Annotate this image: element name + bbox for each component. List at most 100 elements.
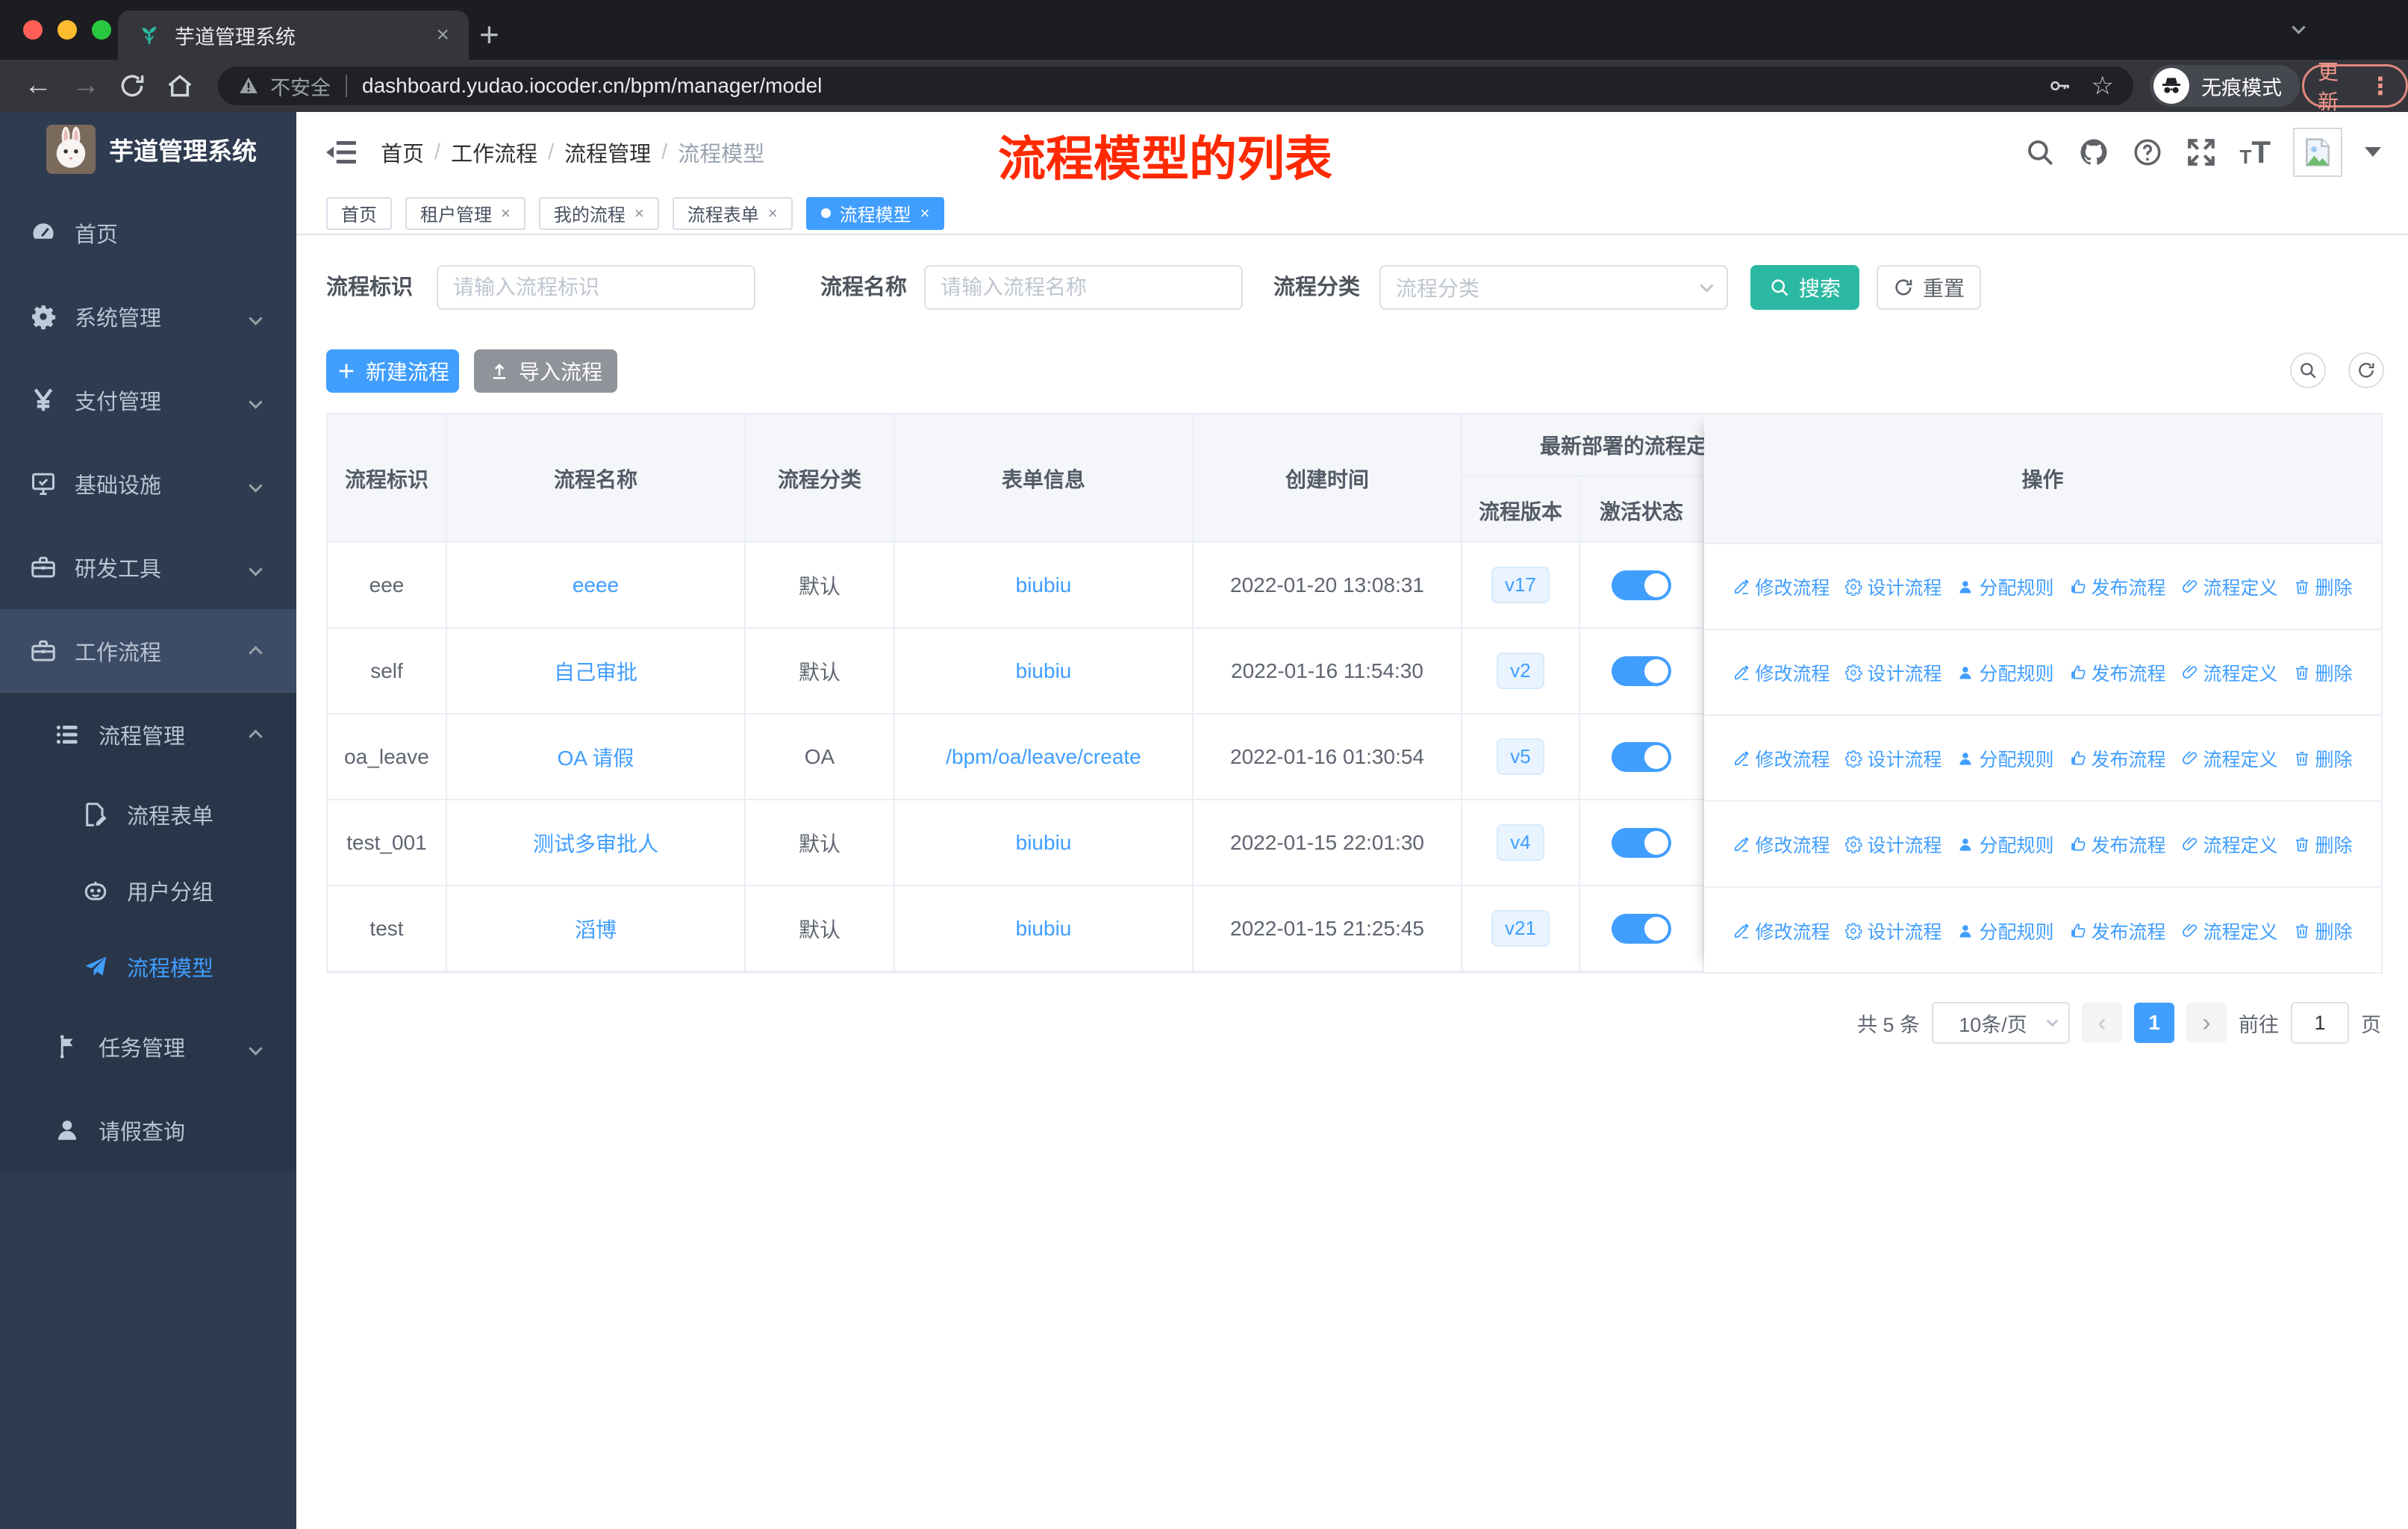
sidebar-item-leave-query[interactable]: 请假查询 <box>0 1089 296 1172</box>
action-edit[interactable]: 修改流程 <box>1732 831 1830 858</box>
action-assign-rule[interactable]: 分配规则 <box>1956 659 2054 686</box>
filter-category-select[interactable]: 流程分类 <box>1379 265 1728 310</box>
search-button[interactable]: 搜索 <box>1750 265 1859 310</box>
tag-close-icon[interactable]: × <box>768 204 778 223</box>
process-name-link[interactable]: OA 请假 <box>558 742 634 772</box>
tag-close-icon[interactable]: × <box>634 204 644 223</box>
sidebar-item-devtool[interactable]: 研发工具 <box>0 526 296 609</box>
sidebar-item-user-group[interactable]: 用户分组 <box>0 853 296 929</box>
forward-button[interactable]: → <box>72 69 100 102</box>
sidebar-item-process-form[interactable]: 流程表单 <box>0 776 296 853</box>
window-close-button[interactable] <box>23 20 43 40</box>
action-publish[interactable]: 发布流程 <box>2069 573 2166 600</box>
action-publish[interactable]: 发布流程 <box>2069 831 2166 858</box>
goto-page-input[interactable] <box>2291 1002 2349 1044</box>
import-process-button[interactable]: 导入流程 <box>474 349 617 393</box>
action-delete[interactable]: 删除 <box>2293 573 2353 600</box>
action-delete[interactable]: 删除 <box>2293 831 2353 858</box>
process-name-link[interactable]: eeee <box>573 573 619 597</box>
action-assign-rule[interactable]: 分配规则 <box>1956 745 2054 772</box>
table-search-button[interactable] <box>2290 352 2326 388</box>
action-publish[interactable]: 发布流程 <box>2069 659 2166 686</box>
tag-close-icon[interactable]: × <box>920 204 930 223</box>
browser-update-button[interactable]: 更新 ⋮ <box>2302 60 2408 113</box>
home-button[interactable] <box>166 72 194 100</box>
browser-tab[interactable]: 芋道管理系统 × <box>118 10 469 60</box>
tabstrip-chevron-icon[interactable] <box>2292 20 2306 36</box>
table-refresh-button[interactable] <box>2348 352 2384 388</box>
sidebar-item-home[interactable]: 首页 <box>0 191 296 275</box>
window-zoom-button[interactable] <box>92 20 111 40</box>
tag-close-icon[interactable]: × <box>501 204 511 223</box>
sidebar-item-process-mgmt[interactable]: 流程管理 <box>0 693 296 776</box>
activation-toggle[interactable] <box>1612 827 1671 858</box>
create-process-button[interactable]: 新建流程 <box>326 349 459 393</box>
tag-process-form[interactable]: 流程表单 × <box>672 196 793 230</box>
action-assign-rule[interactable]: 分配规则 <box>1956 573 2054 600</box>
action-publish[interactable]: 发布流程 <box>2069 918 2166 944</box>
filter-name-input[interactable] <box>924 265 1243 310</box>
action-edit[interactable]: 修改流程 <box>1732 659 1830 686</box>
font-size-icon[interactable]: TT <box>2239 137 2271 168</box>
sidebar-item-infra[interactable]: 基础设施 <box>0 442 296 526</box>
action-publish[interactable]: 发布流程 <box>2069 745 2166 772</box>
action-design[interactable]: 设计流程 <box>1844 918 1941 944</box>
action-design[interactable]: 设计流程 <box>1844 659 1941 686</box>
action-definition[interactable]: 流程定义 <box>2181 918 2278 944</box>
filter-key-input[interactable] <box>437 265 755 310</box>
reload-button[interactable] <box>118 72 146 100</box>
action-design[interactable]: 设计流程 <box>1844 831 1941 858</box>
next-page-button[interactable]: › <box>2186 1003 2227 1043</box>
form-link[interactable]: biubiu <box>1016 573 1072 597</box>
action-assign-rule[interactable]: 分配规则 <box>1956 918 2054 944</box>
action-delete[interactable]: 删除 <box>2293 918 2353 944</box>
github-icon[interactable] <box>2078 137 2109 168</box>
form-link[interactable]: biubiu <box>1016 917 1072 941</box>
action-design[interactable]: 设计流程 <box>1844 745 1941 772</box>
action-edit[interactable]: 修改流程 <box>1732 745 1830 772</box>
process-name-link[interactable]: 测试多审批人 <box>533 828 658 858</box>
sidebar-item-payment[interactable]: 支付管理 <box>0 358 296 442</box>
breadcrumb-item[interactable]: 首页 <box>381 137 424 168</box>
tab-close-icon[interactable]: × <box>436 22 449 48</box>
window-minimize-button[interactable] <box>57 20 77 40</box>
sidebar-item-workflow[interactable]: 工作流程 <box>0 609 296 693</box>
breadcrumb-item[interactable]: 工作流程 <box>451 137 537 168</box>
tag-my-process[interactable]: 我的流程 × <box>538 196 659 230</box>
activation-toggle[interactable] <box>1612 741 1671 772</box>
activation-toggle[interactable] <box>1612 913 1671 944</box>
process-name-link[interactable]: 滔博 <box>575 914 617 944</box>
breadcrumb-item[interactable]: 流程管理 <box>564 137 651 168</box>
password-key-icon[interactable] <box>2048 74 2072 98</box>
browser-menu-icon[interactable]: ⋮ <box>2368 72 2392 100</box>
fullscreen-icon[interactable] <box>2186 137 2217 168</box>
form-link[interactable]: biubiu <box>1016 659 1072 683</box>
help-icon[interactable] <box>2132 137 2163 168</box>
tag-tenant[interactable]: 租户管理 × <box>405 196 525 230</box>
bookmark-star-icon[interactable]: ☆ <box>2092 73 2114 99</box>
action-definition[interactable]: 流程定义 <box>2181 831 2278 858</box>
action-edit[interactable]: 修改流程 <box>1732 573 1830 600</box>
address-bar[interactable]: 不安全 dashboard.yudao.iocoder.cn/bpm/manag… <box>218 66 2133 105</box>
sidebar-fold-icon[interactable] <box>326 137 356 167</box>
tag-home[interactable]: 首页 <box>326 196 392 230</box>
action-delete[interactable]: 删除 <box>2293 745 2353 772</box>
form-link[interactable]: /bpm/oa/leave/create <box>946 745 1141 769</box>
action-assign-rule[interactable]: 分配规则 <box>1956 831 2054 858</box>
action-definition[interactable]: 流程定义 <box>2181 745 2278 772</box>
prev-page-button[interactable]: ‹ <box>2082 1003 2122 1043</box>
sidebar-item-task-mgmt[interactable]: 任务管理 <box>0 1005 296 1089</box>
search-icon[interactable] <box>2024 137 2056 168</box>
new-tab-button[interactable]: + <box>479 12 499 57</box>
reset-button[interactable]: 重置 <box>1877 265 1981 310</box>
avatar-caret-icon[interactable] <box>2365 147 2381 165</box>
user-avatar[interactable] <box>2293 128 2342 177</box>
activation-toggle[interactable] <box>1612 655 1671 686</box>
action-edit[interactable]: 修改流程 <box>1732 918 1830 944</box>
action-design[interactable]: 设计流程 <box>1844 573 1941 600</box>
action-delete[interactable]: 删除 <box>2293 659 2353 686</box>
action-definition[interactable]: 流程定义 <box>2181 659 2278 686</box>
sidebar-item-process-model[interactable]: 流程模型 <box>0 929 296 1005</box>
back-button[interactable]: ← <box>24 69 52 102</box>
action-definition[interactable]: 流程定义 <box>2181 573 2278 600</box>
